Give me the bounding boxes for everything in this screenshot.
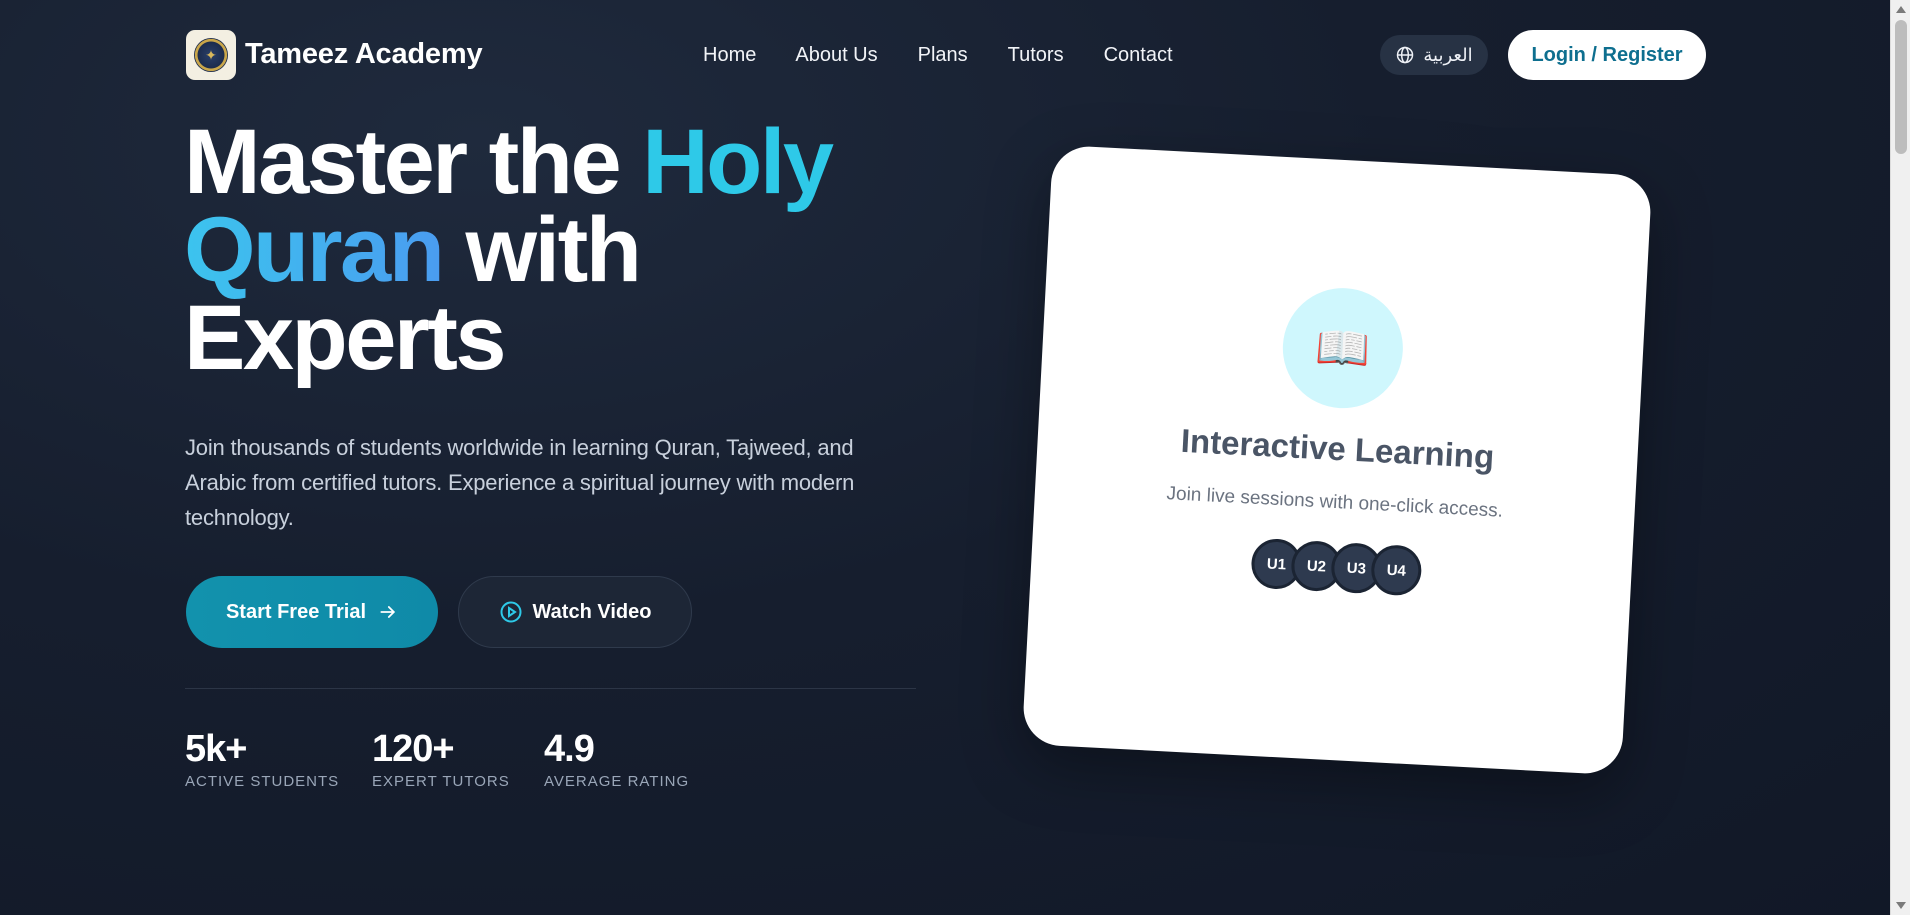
- hero-title-accent-holy: Holy: [642, 111, 834, 213]
- site-header: ✦ Tameez Academy Home About Us Plans Tut…: [186, 30, 1706, 80]
- main-nav: Home About Us Plans Tutors Contact: [703, 44, 1173, 67]
- stat-value: 5k+: [185, 728, 247, 770]
- stat-expert-tutors: 120+ EXPERT TUTORS: [372, 728, 510, 790]
- avatar: U4: [1370, 543, 1423, 597]
- scrollbar-thumb[interactable]: [1895, 20, 1907, 154]
- language-label: العربية: [1423, 44, 1473, 65]
- start-free-trial-label: Start Free Trial: [225, 600, 367, 623]
- arrow-right-icon: [380, 606, 395, 618]
- start-free-trial-button[interactable]: Start Free Trial: [186, 576, 438, 648]
- logo[interactable]: ✦: [186, 30, 236, 80]
- hero-title-part1: Master the: [184, 111, 643, 213]
- hero-title-accent-quran: Quran: [184, 199, 445, 301]
- open-book-icon: 📖: [1279, 285, 1406, 412]
- stat-active-students: 5k+ ACTIVE STUDENTS: [185, 728, 339, 790]
- login-register-button[interactable]: Login / Register: [1508, 30, 1706, 80]
- hero-subtitle: Join thousands of students worldwide in …: [185, 435, 855, 530]
- stat-value: 4.9: [544, 728, 595, 770]
- academy-seal-icon: ✦: [194, 38, 228, 72]
- stat-label: EXPERT TUTORS: [372, 773, 510, 790]
- nav-about-us[interactable]: About Us: [795, 44, 877, 67]
- interactive-learning-card: 📖 Interactive Learning Join live session…: [1021, 144, 1653, 776]
- page-scrollbar[interactable]: [1890, 0, 1910, 915]
- stat-label: AVERAGE RATING: [544, 773, 690, 790]
- nav-contact[interactable]: Contact: [1104, 44, 1173, 67]
- hero-title: Master the Holy Quran with Experts: [184, 116, 944, 384]
- scroll-down-icon[interactable]: [1896, 902, 1906, 909]
- language-toggle-button[interactable]: العربية: [1380, 35, 1488, 75]
- stat-label: ACTIVE STUDENTS: [185, 773, 340, 790]
- stat-average-rating: 4.9 AVERAGE RATING: [544, 728, 689, 790]
- brand-name[interactable]: Tameez Academy: [245, 38, 483, 71]
- stat-value: 120+: [372, 728, 455, 770]
- hero-title-part2: with: [442, 199, 641, 301]
- nav-plans[interactable]: Plans: [918, 44, 968, 67]
- scroll-up-icon[interactable]: [1896, 6, 1906, 13]
- watch-video-button[interactable]: Watch Video: [458, 576, 692, 648]
- nav-tutors[interactable]: Tutors: [1008, 44, 1064, 67]
- stats-divider: [185, 688, 916, 689]
- globe-icon: [1397, 46, 1414, 64]
- hero-title-part3: Experts: [184, 287, 507, 389]
- card-title: Interactive Learning: [1180, 421, 1496, 476]
- play-circle-icon: [500, 601, 522, 623]
- watch-video-label: Watch Video: [532, 600, 652, 623]
- avatar-group: U1 U2 U3 U4: [1250, 537, 1423, 597]
- nav-home[interactable]: Home: [703, 44, 756, 67]
- card-description: Join live sessions with one-click access…: [1166, 483, 1504, 522]
